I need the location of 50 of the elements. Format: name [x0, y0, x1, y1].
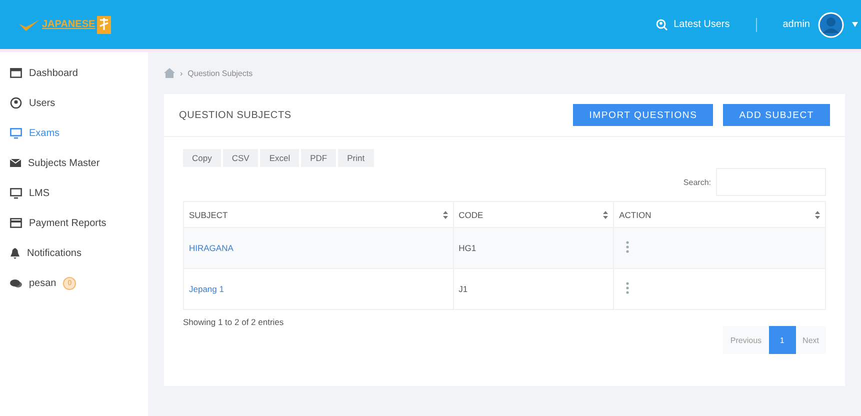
bell-icon [10, 248, 20, 258]
export-button[interactable]: CSV [222, 149, 258, 167]
more-icon[interactable] [626, 282, 630, 294]
previous-button[interactable]: Previous [723, 326, 769, 354]
export-button[interactable]: Print [338, 149, 374, 167]
breadcrumb-separator: › [180, 68, 183, 78]
sidebar-item[interactable]: LMS [0, 178, 148, 208]
action-button[interactable]: IMPORT QUESTIONS [573, 104, 714, 126]
table-cell: J1 [453, 268, 614, 310]
page-button[interactable]: 1 [768, 326, 796, 354]
subject-link[interactable]: HIRAGANA [184, 228, 454, 268]
home-icon[interactable] [164, 68, 175, 78]
user-search-icon [656, 18, 668, 30]
monitor-icon [10, 188, 22, 198]
breadcrumb: Question Subjects [188, 68, 253, 78]
card-icon [10, 218, 22, 228]
table-info: Showing 1 to 2 of 2 entries [183, 317, 284, 327]
export-button[interactable]: PDF [301, 149, 336, 167]
user-name: admin [782, 19, 810, 30]
column-header[interactable]: CODE [453, 202, 614, 228]
sidebar-item[interactable]: Exams [0, 118, 148, 148]
latest-users-link[interactable]: Latest Users [656, 18, 730, 30]
search-label: Search: [683, 178, 711, 186]
next-button[interactable]: Next [796, 326, 826, 354]
avatar-icon[interactable] [818, 12, 844, 38]
sidebar-item[interactable]: Dashboard [0, 58, 148, 88]
sort-icon [603, 210, 608, 218]
sort-icon [815, 210, 820, 218]
more-icon[interactable] [626, 241, 630, 253]
card-title: QUESTION SUBJECTS [179, 110, 292, 120]
action-button[interactable]: ADD SUBJECT [723, 104, 830, 126]
export-button[interactable]: Copy [183, 149, 221, 167]
sidebar-item[interactable]: Subjects Master [0, 148, 148, 178]
subject-link[interactable]: Jepang 1 [184, 268, 454, 310]
calendar-icon [10, 68, 22, 78]
chat-icon [10, 278, 22, 288]
sort-icon [442, 210, 448, 218]
monitor-icon [10, 128, 22, 138]
logo-mark-icon [97, 16, 112, 34]
table-cell: HG1 [453, 228, 614, 268]
sidebar-item[interactable]: Payment Reports [0, 208, 148, 238]
caret-icon[interactable] [852, 22, 858, 27]
export-button[interactable]: Excel [260, 149, 300, 167]
user-icon [10, 97, 22, 109]
logo-text: JAPANESE [42, 19, 96, 30]
sidebar-item[interactable]: Notifications [0, 238, 148, 268]
sidebar-item[interactable]: Users [0, 88, 148, 118]
column-header[interactable]: ACTION [614, 202, 826, 228]
column-header[interactable]: SUBJECT [184, 202, 454, 228]
envelope-icon [10, 159, 21, 167]
